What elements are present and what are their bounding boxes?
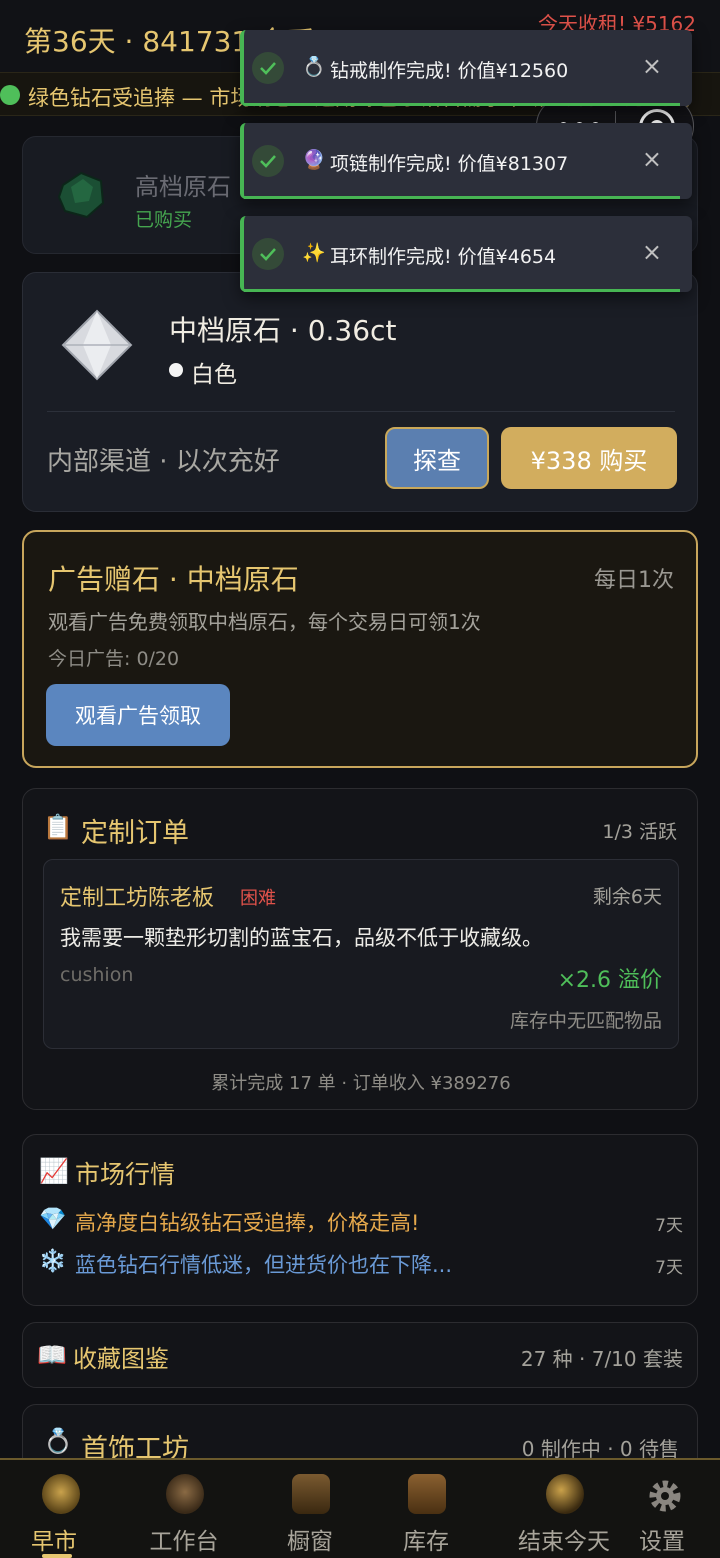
diamond-icon: 💎: [39, 1207, 67, 1232]
gear-icon: [649, 1480, 681, 1512]
ad-count: 今日广告: 0/20: [48, 648, 180, 670]
news-age: 7天: [655, 1258, 683, 1278]
tab-showcase[interactable]: 橱窗: [250, 1460, 370, 1558]
probe-button[interactable]: 探查: [385, 427, 489, 489]
market-icon: [42, 1474, 80, 1514]
white-diamond-icon: [61, 309, 133, 381]
tab-end-day[interactable]: 结束今天: [504, 1460, 624, 1558]
toast-notification: 🔮 项链制作完成! 价值¥81307 ×: [240, 123, 692, 199]
toast-notification: 💍 钻戒制作完成! 价值¥12560 ×: [240, 30, 692, 106]
order-client: 定制工坊陈老板: [60, 886, 215, 911]
tab-label: 橱窗: [287, 1529, 333, 1555]
news-age: 7天: [655, 1216, 683, 1236]
check-icon: [252, 52, 284, 84]
match-status: 库存中无匹配物品: [509, 1010, 662, 1032]
tab-label: 设置: [639, 1529, 685, 1555]
tab-label: 库存: [403, 1529, 449, 1555]
ad-gift-card: 广告赠石 · 中档原石 每日1次 观看广告免费领取中档原石，每个交易日可领1次 …: [22, 530, 698, 768]
custom-orders-section: 📋 定制订单 1/3 活跃 定制工坊陈老板 困难 剩余6天 我需要一颗垫形切割的…: [22, 788, 698, 1110]
snowflake-icon: ❄️: [39, 1249, 67, 1274]
channel-label: 内部渠道 · 以次充好: [47, 447, 280, 477]
close-icon[interactable]: ×: [642, 52, 662, 80]
divider: [47, 411, 675, 412]
market-section: 📈 市场行情 💎 高净度白钻级钻石受追捧，价格走高! 7天 ❄️ 蓝色钻石行情低…: [22, 1134, 698, 1306]
tab-label: 结束今天: [518, 1529, 610, 1555]
order-request: 我需要一颗垫形切割的蓝宝石，品级不低于收藏级。: [60, 926, 543, 950]
ad-gift-limit: 每日1次: [594, 568, 674, 593]
section-title: 市场行情: [75, 1160, 176, 1189]
orders-summary: 累计完成 17 单 · 订单收入 ¥389276: [211, 1073, 511, 1094]
toast-message: 钻戒制作完成! 价值¥12560: [330, 60, 569, 82]
news-item[interactable]: 💎 高净度白钻级钻石受追捧，价格走高! 7天: [39, 1203, 683, 1239]
stone-offer-card: 中档原石 · 0.36ct 白色 内部渠道 · 以次充好 探查 ¥338 购买: [22, 272, 698, 512]
inventory-icon: [408, 1474, 446, 1514]
collection-stats: 27 种 · 7/10 套装: [520, 1347, 683, 1371]
tab-market[interactable]: 早市: [0, 1460, 120, 1558]
section-title: 收藏图鉴: [73, 1345, 169, 1373]
tab-inventory[interactable]: 库存: [366, 1460, 486, 1558]
active-indicator: [42, 1554, 72, 1558]
premium-multiplier: ×2.6 溢价: [557, 968, 662, 993]
news-text: 高净度白钻级钻石受追捧，价格走高!: [75, 1211, 420, 1235]
tab-label: 早市: [31, 1529, 77, 1555]
ad-gift-title: 广告赠石 · 中档原石: [48, 563, 299, 596]
toast-message: 耳环制作完成! 价值¥4654: [330, 246, 557, 268]
sparkle-icon: ✨: [302, 242, 326, 264]
showcase-icon: [292, 1474, 330, 1514]
news-text: 蓝色钻石行情低迷，但进货价也在下降...: [75, 1253, 453, 1277]
check-icon: [252, 238, 284, 270]
order-card[interactable]: 定制工坊陈老板 困难 剩余6天 我需要一颗垫形切割的蓝宝石，品级不低于收藏级。 …: [43, 859, 679, 1049]
watch-ad-button[interactable]: 观看广告领取: [46, 684, 230, 746]
ad-gift-description: 观看广告免费领取中档原石，每个交易日可领1次: [48, 610, 481, 634]
stone-color: 白色: [191, 362, 237, 388]
collection-section[interactable]: 📖 收藏图鉴 27 种 · 7/10 套装: [22, 1322, 698, 1388]
green-dot-icon: [0, 85, 20, 105]
workbench-icon: [166, 1474, 204, 1514]
bought-status: 已购买: [135, 209, 193, 231]
stone-title: 高档原石: [135, 173, 231, 201]
tab-settings[interactable]: 设置: [622, 1460, 720, 1558]
bottom-nav: 早市 工作台 橱窗 库存 结束今天 设置: [0, 1458, 720, 1558]
ring-icon: 💍: [43, 1427, 73, 1455]
chart-icon: 📈: [39, 1157, 69, 1185]
toast-progress: [244, 103, 680, 106]
tab-workbench[interactable]: 工作台: [124, 1460, 244, 1558]
necklace-icon: 🔮: [302, 149, 326, 171]
active-count: 1/3 活跃: [602, 821, 677, 843]
color-dot-icon: [169, 363, 183, 377]
tab-label: 工作台: [149, 1529, 219, 1555]
buy-button[interactable]: ¥338 购买: [501, 427, 677, 489]
news-item[interactable]: ❄️ 蓝色钻石行情低迷，但进货价也在下降... 7天: [39, 1245, 683, 1281]
clipboard-icon: 📋: [43, 813, 73, 841]
check-icon: [252, 145, 284, 177]
remaining-days: 剩余6天: [592, 886, 662, 908]
moon-icon: [546, 1474, 584, 1514]
toast-progress: [244, 289, 680, 292]
book-icon: 📖: [37, 1341, 67, 1369]
difficulty-badge: 困难: [240, 888, 276, 909]
close-icon[interactable]: ×: [642, 238, 662, 266]
toast-progress: [244, 196, 680, 199]
toast-message: 项链制作完成! 价值¥81307: [330, 153, 569, 175]
section-title: 定制订单: [81, 818, 189, 849]
close-icon[interactable]: ×: [642, 145, 662, 173]
toast-notification: ✨ 耳环制作完成! 价值¥4654 ×: [240, 216, 692, 292]
green-rough-stone-icon: [57, 171, 105, 219]
cut-shape: cushion: [60, 964, 134, 986]
ring-icon: 💍: [302, 56, 326, 78]
stone-title: 中档原石 · 0.36ct: [169, 314, 397, 347]
